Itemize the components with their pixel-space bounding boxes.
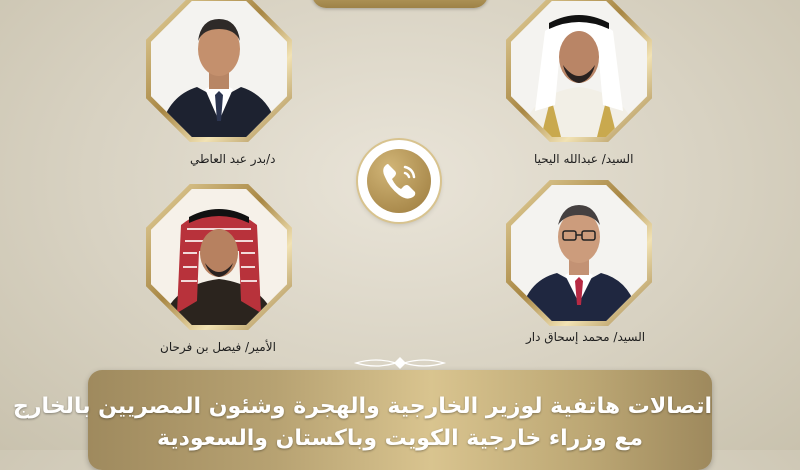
portrait-frame-top-left [146, 0, 292, 142]
headline-line-2: مع وزراء خارجية الكويت وباكستان والسعودي… [157, 426, 643, 451]
caption-bottom-left: الأمير/ فيصل بن فرحان [160, 340, 276, 354]
caption-top-right: السيد/ عبدالله اليحيا [534, 152, 634, 166]
portrait-photo-bottom-left [151, 189, 287, 325]
headline-banner: اتصالات هاتفية لوزير الخارجية والهجرة وش… [13, 370, 712, 470]
phone-call-icon [367, 149, 431, 213]
caption-bottom-right: السيد/ محمد إسحاق دار [526, 330, 646, 344]
person-silhouette-suit-glasses [519, 205, 639, 321]
portrait-photo-top-left [151, 1, 287, 137]
person-silhouette-suit [159, 19, 279, 137]
person-silhouette-shemagh [161, 209, 277, 325]
ornament-divider-icon [353, 357, 447, 369]
portrait-frame-bottom-left [146, 184, 292, 330]
portrait-photo-bottom-right [511, 185, 647, 321]
portrait-photo-top-right [511, 1, 647, 137]
top-title-tab [312, 0, 488, 8]
phone-badge [358, 140, 440, 222]
portrait-frame-bottom-right [506, 180, 652, 326]
portrait-frame-top-right [506, 0, 652, 142]
caption-top-left: د/بدر عبد العاطي [190, 152, 276, 166]
headline-line-1: اتصالات هاتفية لوزير الخارجية والهجرة وش… [13, 394, 712, 419]
person-silhouette-ghutra [521, 15, 637, 137]
